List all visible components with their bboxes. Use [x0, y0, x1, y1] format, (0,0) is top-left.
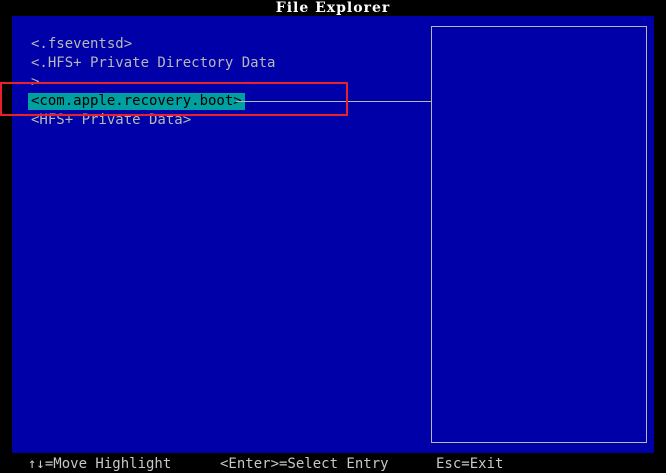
entry-hfs-private-directory-data[interactable]: <.HFS+ Private Directory Data: [28, 55, 278, 72]
entry-fseventsd[interactable]: <.fseventsd>: [28, 36, 135, 53]
footer-enter-hint: <Enter>=Select Entry: [220, 456, 389, 472]
preview-pane: [431, 26, 647, 443]
annotation-highlight-box: [0, 82, 348, 116]
window-title: File Explorer: [275, 0, 391, 16]
footer-move-hint: ↑↓=Move Highlight: [28, 456, 172, 472]
footer-exit-hint: Esc=Exit: [436, 456, 504, 472]
